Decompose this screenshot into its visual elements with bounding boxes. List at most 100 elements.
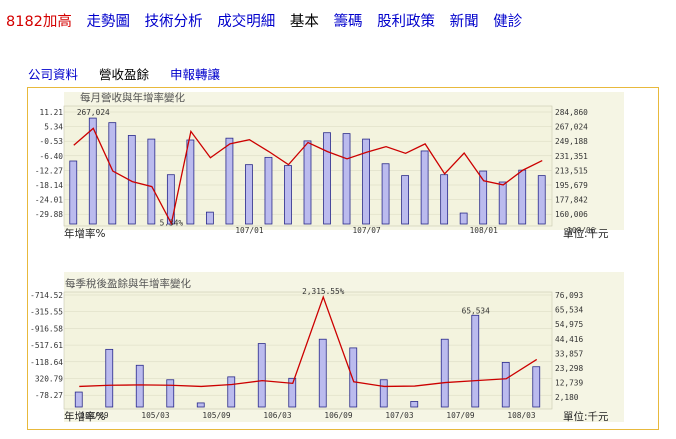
chart2-earnings-bar — [196, 402, 205, 408]
chart2-x-tick: 106/09 — [324, 411, 352, 420]
chart2-earnings-bar — [349, 347, 358, 408]
chart2-left-tick: -916.58 — [30, 324, 63, 333]
chart1-x-tick: 108/01 — [470, 226, 498, 235]
chart2-earnings-bar — [74, 391, 83, 408]
chart2-left-tick: -517.61 — [30, 341, 63, 350]
nav-diagnosis[interactable]: 健診 — [493, 14, 522, 30]
chart2-x-tick: 105/09 — [202, 411, 230, 420]
top-nav: 8182加高 走勢圖 技術分析 成交明細 基本 籌碼 股利政策 新聞 健診 — [6, 10, 532, 31]
chart2-right-tick: 65,534 — [555, 306, 583, 315]
chart1-revenue-bar — [69, 160, 78, 225]
chart1-right-tick: 160,006 — [555, 210, 588, 219]
chart1-right-tick: 231,351 — [555, 152, 588, 161]
chart2-x-tick: 107/03 — [385, 411, 413, 420]
chart2-earnings-bar — [501, 361, 510, 408]
chart2-earnings-bar — [410, 401, 419, 408]
chart2-title: 每季稅後盈餘與年增率變化 — [65, 277, 191, 290]
nav-trend-chart[interactable]: 走勢圖 — [87, 14, 131, 30]
chart1-revenue-bar — [381, 163, 390, 225]
chart2-unit-label: 單位:千元 — [563, 410, 609, 423]
chart2-right-tick: 2,180 — [555, 393, 579, 402]
chart2-earnings-bar — [471, 314, 480, 408]
chart2-right-tick: 44,416 — [555, 335, 583, 344]
nav-technical-analysis[interactable]: 技術分析 — [145, 14, 203, 30]
chart2-x-tick: 105/03 — [141, 411, 169, 420]
chart1-revenue-bar — [440, 174, 449, 225]
chart1-revenue-bar — [498, 181, 507, 225]
chart1-revenue-bar — [342, 133, 351, 225]
chart1-left-tick: 11.21 — [40, 108, 64, 117]
chart2-earnings-bar — [257, 343, 266, 408]
chart1-left-tick: -12.27 — [35, 166, 63, 175]
chart1-left-tick: 5.34 — [44, 123, 63, 132]
chart2-right-tick: 23,298 — [555, 364, 583, 373]
stock-code-link[interactable]: 8182加高 — [6, 14, 72, 30]
chart1-left-tick: -24.01 — [35, 196, 63, 205]
nav-chips[interactable]: 籌碼 — [333, 14, 362, 30]
chart1-right-tick: 267,024 — [555, 123, 588, 132]
quarterly-earnings-chart: 每季稅後盈餘與年增率變化 年增率% 單位:千元 -714.52-315.55-9… — [30, 272, 624, 423]
chart2-earnings-bar — [318, 338, 327, 408]
chart2-annotation: 65,534 — [462, 306, 490, 315]
chart1-title: 每月營收與年增率變化 — [80, 91, 185, 104]
chart2-right-tick: 33,857 — [555, 349, 583, 358]
chart2-right-tick: 54,975 — [555, 320, 583, 329]
chart1-revenue-bar — [459, 212, 468, 225]
chart1-right-tick: 213,515 — [555, 166, 588, 175]
chart2-left-tick: -315.55 — [30, 308, 63, 317]
chart2-x-tick: 106/03 — [263, 411, 291, 420]
chart2-left-tick: -714.52 — [30, 291, 63, 300]
chart1-revenue-bar — [108, 122, 117, 225]
subnav-transfer-filing[interactable]: 申報轉讓 — [170, 67, 220, 82]
chart2-left-tick: -118.64 — [30, 358, 63, 367]
subnav-company-info[interactable]: 公司資料 — [28, 67, 78, 82]
subnav-revenue-earnings[interactable]: 營收盈餘 — [99, 67, 149, 82]
nav-news[interactable]: 新聞 — [450, 14, 479, 30]
chart2-earnings-bar — [105, 348, 114, 408]
chart1-right-tick: 177,842 — [555, 196, 588, 205]
nav-trade-details[interactable]: 成交明細 — [217, 14, 275, 30]
chart1-left-tick: -18.14 — [35, 181, 63, 190]
chart2-right-tick: 76,093 — [555, 291, 583, 300]
chart1-x-tick: 107/07 — [352, 226, 380, 235]
chart2-left-tick: -78.27 — [35, 391, 63, 400]
chart1-left-tick: -29.88 — [35, 210, 63, 219]
chart2-right-tick: 12,739 — [555, 379, 583, 388]
nav-fundamentals[interactable]: 基本 — [290, 14, 319, 30]
chart2-earnings-bar — [135, 364, 144, 408]
chart2-earnings-bar — [379, 379, 388, 408]
chart1-revenue-bar — [303, 140, 312, 225]
chart2-earnings-bar — [166, 379, 175, 408]
chart1-x-tick: 108/06 — [567, 226, 595, 235]
chart2-left-tick: 320.79 — [35, 375, 63, 384]
chart1-revenue-bar — [264, 156, 273, 225]
chart1-annotation: 267,024 — [77, 108, 110, 117]
chart1-left-tick: -6.40 — [40, 152, 64, 161]
chart1-revenue-bar — [225, 137, 234, 225]
charts-panel: 每月營收與年增率變化 年增率% 單位:千元 11.21 5.34 -0.53 -6.4… — [27, 87, 659, 430]
chart1-x-tick: 107/01 — [235, 226, 263, 235]
chart2-earnings-bar — [227, 376, 236, 408]
chart2-x-tick: 108/03 — [507, 411, 535, 420]
sub-nav: 公司資料 營收盈餘 申報轉讓 — [28, 64, 237, 83]
chart2-x-tick: 107/09 — [446, 411, 474, 420]
chart2-earnings-bar — [532, 366, 541, 408]
chart1-revenue-bar — [147, 138, 156, 225]
chart1-annotation: 5.34% — [160, 219, 184, 228]
chart1-left-tick: -0.53 — [40, 137, 64, 146]
chart1-revenue-bar — [245, 164, 253, 225]
chart1-revenue-bar — [205, 211, 214, 225]
chart1-revenue-bar — [518, 169, 527, 225]
chart2-x-tick: 104/09 — [80, 411, 108, 420]
monthly-revenue-chart: 每月營收與年增率變化 年增率% 單位:千元 11.215.34-0.53-6.4… — [35, 91, 624, 240]
chart2-earnings-bar — [440, 338, 449, 408]
chart1-revenue-bar — [284, 165, 292, 225]
chart1-left-axis-label: 年增率% — [64, 227, 105, 240]
chart2-annotation: 2,315.55% — [302, 287, 345, 296]
chart1-right-tick: 284,860 — [555, 108, 588, 117]
chart1-revenue-bar — [537, 175, 546, 225]
chart1-revenue-bar — [401, 175, 410, 225]
chart1-right-tick: 195,679 — [555, 181, 588, 190]
nav-dividend-policy[interactable]: 股利政策 — [377, 14, 435, 30]
chart1-revenue-bar — [420, 150, 429, 225]
